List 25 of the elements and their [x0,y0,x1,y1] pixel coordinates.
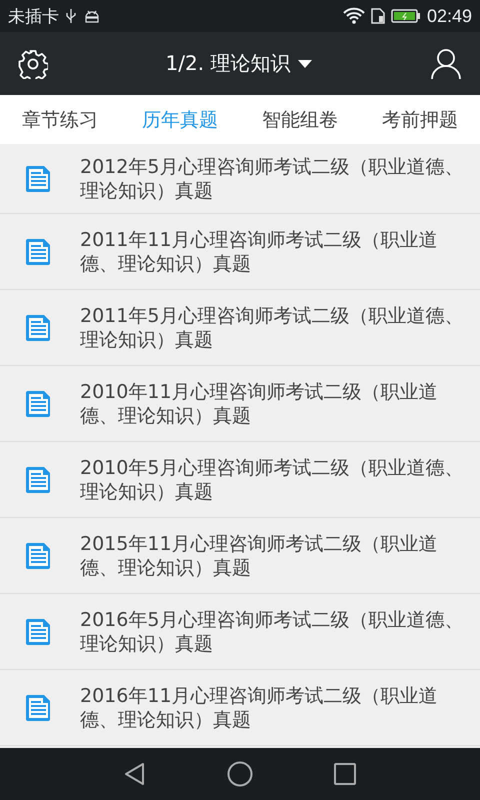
tab[interactable]: 考前押题 [380,100,460,138]
battery-icon [390,8,421,24]
tab[interactable]: 智能组卷 [260,100,340,138]
subject-title[interactable]: 1/2. 理论知识 [166,50,290,77]
recents-icon[interactable] [333,762,357,786]
settings-icon[interactable] [18,48,48,78]
sim-card-icon [370,8,385,24]
paper-title: 2010年5月心理咨询师考试二级（职业道德、理论知识）真题 [80,456,464,504]
paper-title: 2012年5月心理咨询师考试二级（职业道德、理论知识）真题 [80,154,464,202]
home-icon[interactable] [227,761,253,787]
paper-title: 2011年5月心理咨询师考试二级（职业道德、理论知识）真题 [80,304,464,352]
back-icon[interactable] [123,762,147,786]
wifi-icon [342,7,365,25]
android-icon [83,8,101,24]
paper-title: 2015年11月心理咨询师考试二级（职业道德、理论知识）真题 [80,532,439,580]
paper-title: 2016年11月心理咨询师考试二级（职业道德、理论知识）真题 [80,684,439,732]
clock-text: 02:49 [426,6,472,26]
carrier-text: 未插卡 [8,6,59,28]
caret-icon[interactable] [298,60,312,68]
user-icon[interactable] [430,48,462,80]
paper-title: 2016年5月心理咨询师考试二级（职业道德、理论知识）真题 [80,608,464,656]
usb-icon [65,8,77,24]
tab[interactable]: 章节练习 [20,100,100,138]
paper-title: 2011年11月心理咨询师考试二级（职业道德、理论知识）真题 [80,228,439,276]
paper-title: 2010年11月心理咨询师考试二级（职业道德、理论知识）真题 [80,380,439,428]
